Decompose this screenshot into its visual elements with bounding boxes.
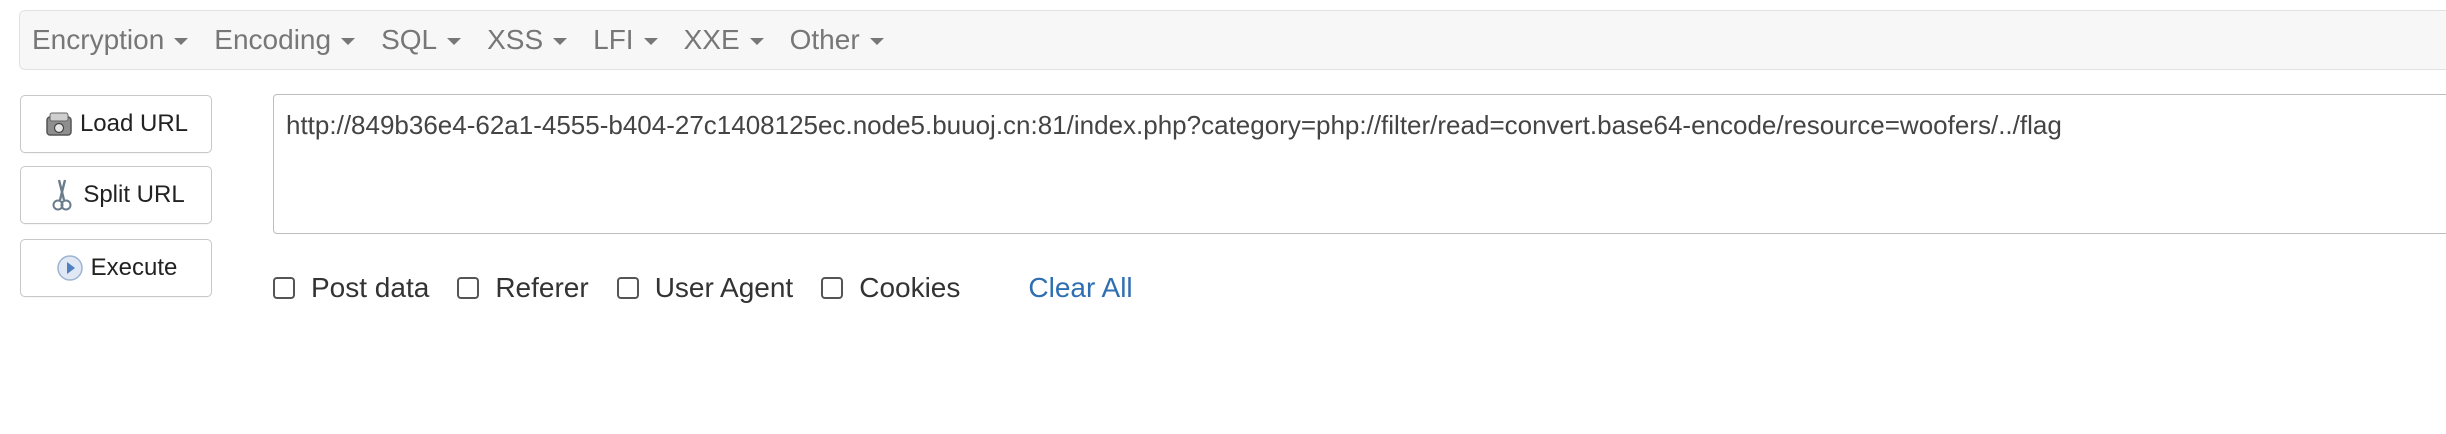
option-user-agent: User Agent (616, 272, 794, 304)
split-url-label: Split URL (83, 181, 185, 208)
referer-label: Referer (495, 272, 589, 303)
execute-button[interactable]: Execute (20, 239, 212, 297)
play-icon (55, 253, 85, 283)
request-options: Post data Referer User Agent Cookies Cle… (273, 270, 1133, 306)
menu-xss[interactable]: XSS (474, 11, 580, 69)
url-input[interactable]: http://849b36e4-62a1-4555-b404-27c140812… (273, 94, 2446, 234)
menu-encoding[interactable]: Encoding (201, 11, 368, 69)
caret-down-icon (643, 37, 658, 45)
referer-checkbox[interactable] (457, 277, 480, 299)
menu-lfi[interactable]: LFI (580, 11, 670, 69)
menu-label: Encryption (32, 24, 165, 55)
menu-label: XXE (683, 24, 740, 55)
menu-xxe[interactable]: XXE (671, 11, 777, 69)
load-url-icon (44, 109, 74, 139)
option-referer: Referer (457, 272, 589, 304)
menu-label: SQL (381, 24, 438, 55)
menu-other[interactable]: Other (777, 11, 897, 69)
cookies-label: Cookies (859, 272, 961, 303)
load-url-label: Load URL (79, 110, 189, 137)
load-url-button[interactable]: Load URL (20, 95, 212, 153)
menu-sql[interactable]: SQL (368, 11, 474, 69)
caret-down-icon (749, 37, 764, 45)
split-url-button[interactable]: Split URL (20, 166, 212, 224)
caret-down-icon (553, 37, 568, 45)
user-agent-label: User Agent (654, 272, 794, 303)
cookies-checkbox[interactable] (821, 277, 844, 299)
caret-down-icon (447, 37, 462, 45)
menu-label: XSS (487, 24, 544, 55)
execute-label: Execute (90, 254, 178, 281)
caret-down-icon (341, 37, 356, 45)
option-post-data: Post data (273, 272, 429, 304)
option-cookies: Cookies (821, 272, 960, 304)
clear-all-link[interactable]: Clear All (1028, 272, 1132, 304)
menu-label: Other (789, 24, 860, 55)
post-data-checkbox[interactable] (273, 277, 295, 299)
caret-down-icon (869, 37, 884, 45)
menu-label: LFI (593, 24, 634, 55)
user-agent-checkbox[interactable] (616, 277, 639, 299)
scissors-icon (47, 179, 77, 211)
menu-label: Encoding (214, 24, 332, 55)
caret-down-icon (174, 37, 189, 45)
menu-bar: Encryption Encoding SQL XSS LFI XXE Othe… (19, 10, 2446, 70)
post-data-label: Post data (311, 272, 430, 303)
menu-encryption[interactable]: Encryption (20, 11, 201, 69)
